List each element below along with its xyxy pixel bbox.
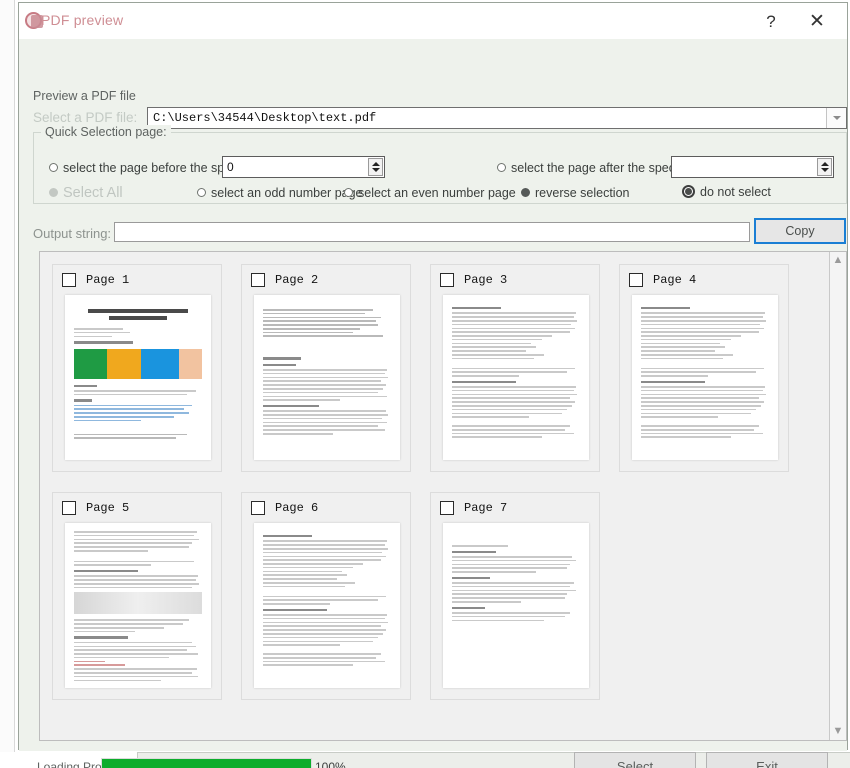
radio-select-even-pages[interactable]: select an even number page: [344, 186, 516, 200]
page-label: Page 1: [86, 273, 130, 287]
page-header: Page 3: [440, 273, 507, 287]
radio-select-all[interactable]: Select All: [49, 186, 123, 200]
after-page-stepper[interactable]: [817, 158, 832, 176]
background-window-edge: [0, 0, 15, 768]
after-page-spinbox[interactable]: [671, 156, 834, 178]
page-thumbnail-image[interactable]: [65, 523, 211, 688]
page-thumbnail-card[interactable]: Page 7: [430, 492, 600, 700]
exit-button[interactable]: Exit: [706, 752, 828, 768]
page-thumbnail-card[interactable]: Page 3: [430, 264, 600, 472]
page-thumbnail-image[interactable]: [443, 523, 589, 688]
page-label: Page 2: [275, 273, 319, 287]
page-thumbnail-card[interactable]: Page 2: [241, 264, 411, 472]
page-header: Page 6: [251, 501, 318, 515]
pdf-file-combobox[interactable]: C:\Users\34544\Desktop\text.pdf: [147, 107, 847, 129]
page-header: Page 1: [62, 273, 129, 287]
before-page-value: 0: [227, 160, 234, 174]
page-label: Page 6: [275, 501, 319, 515]
file-label: Select a PDF file:: [33, 110, 138, 125]
preview-heading: Preview a PDF file: [33, 89, 136, 103]
radio-select-odd-pages[interactable]: select an odd number page: [197, 186, 363, 200]
window-title: PDF preview: [41, 12, 124, 28]
output-string-input[interactable]: [114, 222, 750, 242]
before-page-stepper[interactable]: [368, 158, 383, 176]
radio-reverse-selection[interactable]: reverse selection: [521, 186, 630, 200]
page-checkbox[interactable]: [251, 273, 265, 287]
page-thumbnail-card[interactable]: Page 6: [241, 492, 411, 700]
title-bar: PDF preview ? ✕: [19, 3, 847, 39]
page-preview-panel: Page 1 Page 2 Page 3 Page 4 Page 5 Page 6 Page…: [39, 251, 847, 741]
page-thumbnail-card[interactable]: Page 5: [52, 492, 222, 700]
page-thumbnail-grid: Page 1 Page 2 Page 3 Page 4 Page 5 Page 6 Page…: [52, 264, 829, 720]
quick-selection-title: Quick Selection page:: [41, 125, 171, 139]
page-header: Page 5: [62, 501, 129, 515]
page-label: Page 4: [653, 273, 697, 287]
page-label: Page 5: [86, 501, 130, 515]
page-header: Page 2: [251, 273, 318, 287]
page-thumbnail-image[interactable]: [632, 295, 778, 460]
scrollbar-thumb[interactable]: [831, 270, 845, 700]
loading-progress-fill: [102, 759, 311, 768]
page-checkbox[interactable]: [62, 501, 76, 515]
loading-progress-percent: 100%: [315, 760, 346, 768]
chevron-down-icon[interactable]: ▼: [830, 723, 846, 740]
chevron-up-icon[interactable]: ▲: [830, 252, 846, 269]
page-thumbnail-image[interactable]: [254, 523, 400, 688]
page-label: Page 7: [464, 501, 508, 515]
page-header: Page 4: [629, 273, 696, 287]
page-thumbnail-card[interactable]: Page 1: [52, 264, 222, 472]
help-button[interactable]: ?: [753, 9, 789, 35]
select-button[interactable]: Select: [574, 752, 696, 768]
pdf-file-value: C:\Users\34544\Desktop\text.pdf: [153, 111, 377, 125]
page-scroll-area: Page 1 Page 2 Page 3 Page 4 Page 5 Page 6 Page…: [40, 252, 829, 740]
page-checkbox[interactable]: [251, 501, 265, 515]
page-thumbnail-card[interactable]: Page 4: [619, 264, 789, 472]
close-button[interactable]: ✕: [799, 9, 835, 35]
page-thumbnail-image[interactable]: [65, 295, 211, 460]
loading-progress-bar: [101, 758, 312, 768]
page-thumbnail-image[interactable]: [443, 295, 589, 460]
preview-vertical-scrollbar[interactable]: ▲ ▼: [829, 252, 846, 740]
page-checkbox[interactable]: [629, 273, 643, 287]
page-label: Page 3: [464, 273, 508, 287]
page-thumbnail-image[interactable]: [254, 295, 400, 460]
dialog-content: Preview a PDF file Select a PDF file: C:…: [19, 39, 847, 768]
before-page-spinbox[interactable]: 0: [222, 156, 385, 178]
output-string-label: Output string:: [33, 226, 112, 241]
radio-do-not-select[interactable]: do not select: [682, 185, 771, 199]
chevron-down-icon[interactable]: [826, 108, 846, 128]
page-checkbox[interactable]: [440, 501, 454, 515]
page-checkbox[interactable]: [62, 273, 76, 287]
copy-button[interactable]: Copy: [754, 218, 846, 244]
page-checkbox[interactable]: [440, 273, 454, 287]
page-header: Page 7: [440, 501, 507, 515]
pdf-preview-dialog: PDF preview ? ✕ Preview a PDF file Selec…: [18, 2, 848, 768]
